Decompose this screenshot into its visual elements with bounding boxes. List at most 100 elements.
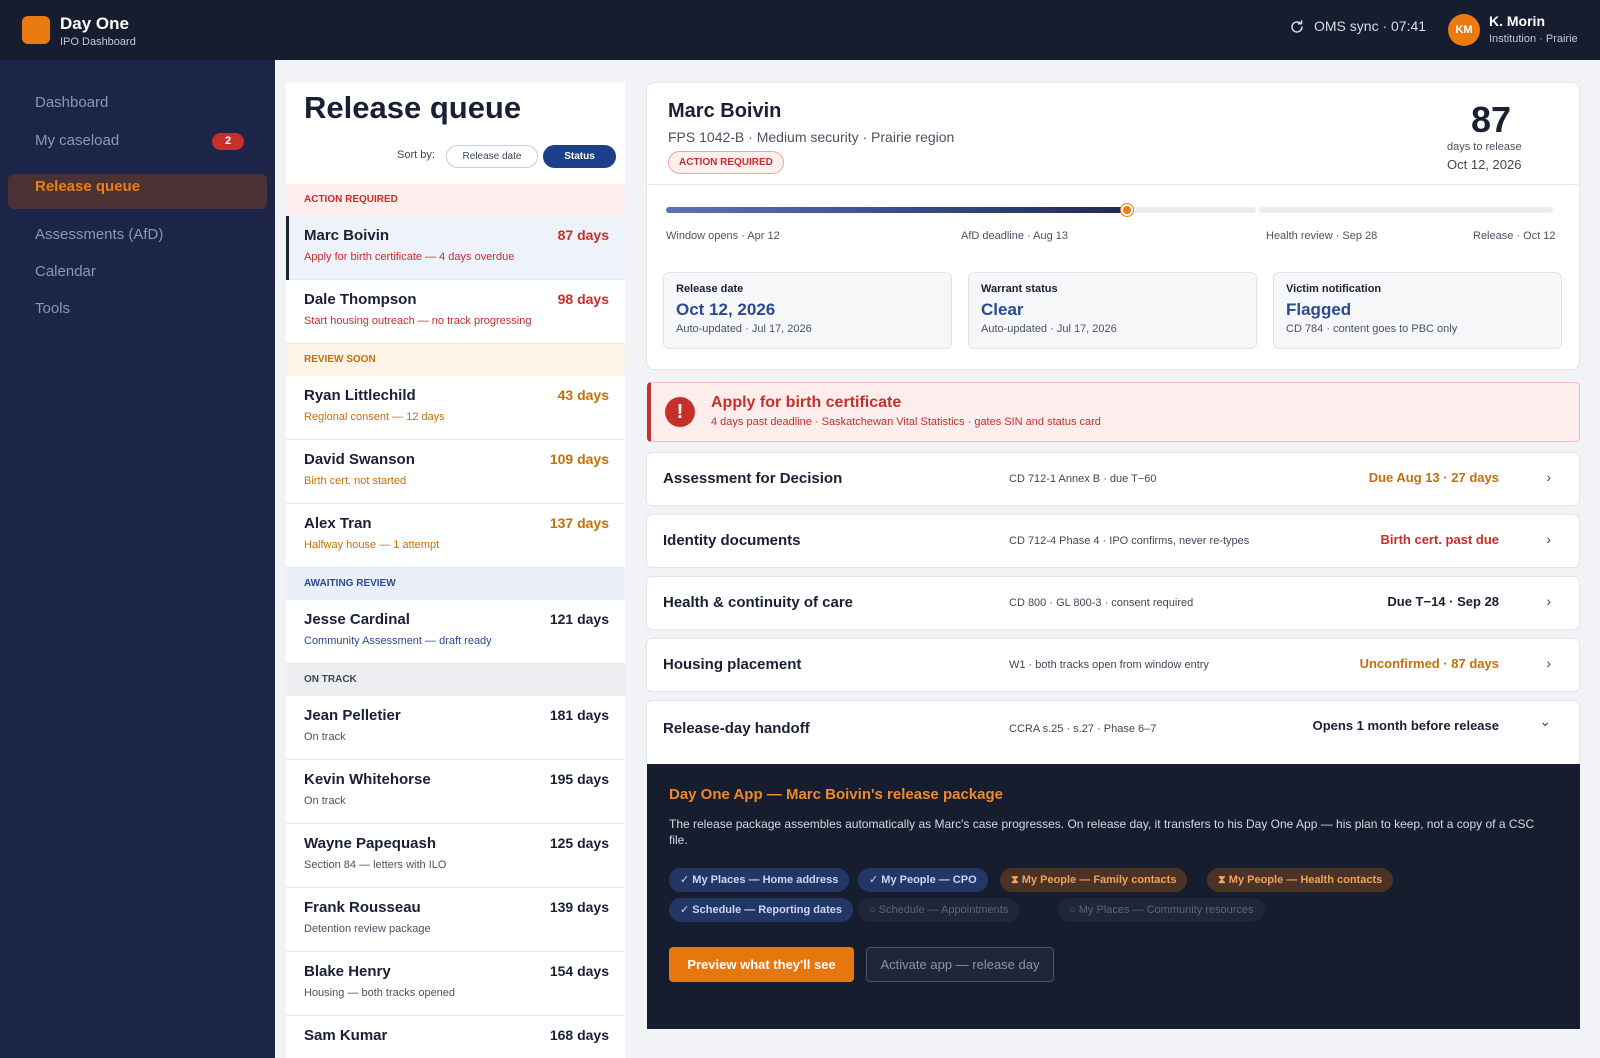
stat-label: Release date	[676, 283, 744, 295]
accordion-assessment-for-decision[interactable]: Assessment for Decision CD 712-1 Annex B…	[646, 452, 1580, 506]
row-days: 181 days	[549, 707, 609, 723]
chip-label: Schedule — Reporting dates	[692, 904, 843, 916]
row-name: David Swanson	[304, 451, 415, 468]
queue-row[interactable]: Blake Henry 154 days Housing — both trac…	[286, 952, 625, 1016]
package-chip[interactable]: ⧗ My People — Family contacts	[1000, 868, 1188, 892]
row-name: Sam Kumar	[304, 1027, 388, 1044]
package-chip[interactable]: ⧗ My People — Health contacts	[1207, 868, 1394, 892]
timeline-progress-fill	[666, 207, 1127, 213]
hourglass-icon: ⧗	[1218, 874, 1226, 886]
sidebar-item-my-caseload[interactable]: My caseload	[35, 132, 119, 149]
check-icon: ✓	[680, 874, 690, 886]
stat-sub: Auto-updated · Jul 17, 2026	[676, 323, 812, 335]
package-chip[interactable]: ✓ Schedule — Reporting dates	[669, 898, 854, 922]
row-days: 98 days	[557, 291, 609, 307]
stat-card-warrant-status: Warrant status Clear Auto-updated · Jul …	[968, 272, 1257, 349]
divider	[647, 184, 1579, 185]
sort-label: Sort by:	[397, 149, 435, 161]
package-chip[interactable]: ○ Schedule — Appointments	[858, 898, 1020, 922]
row-note: Housing — both tracks opened	[304, 987, 456, 999]
accordion-status: Opens 1 month before release	[1312, 718, 1499, 733]
row-days: 121 days	[549, 611, 609, 627]
stat-card-victim-notification: Victim notification Flagged CD 784 · con…	[1273, 272, 1562, 349]
sort-release-date-button[interactable]: Release date	[446, 145, 538, 168]
timeline-current-marker	[1121, 204, 1133, 216]
section-header-action-required: ACTION REQUIRED	[286, 184, 625, 216]
stat-value: Clear	[981, 300, 1024, 319]
sidebar-item-assessments[interactable]: Assessments (AfD)	[35, 226, 163, 243]
accordion-title: Health & continuity of care	[663, 594, 854, 611]
row-note: On track	[304, 795, 346, 807]
row-days: 139 days	[549, 899, 609, 915]
stat-sub: CD 784 · content goes to PBC only	[1286, 323, 1458, 335]
chip-label: My People — Family contacts	[1021, 874, 1177, 886]
row-name: Ryan Littlechild	[304, 387, 416, 404]
queue-row[interactable]: Sam Kumar 168 days	[286, 1016, 625, 1058]
check-icon: ✓	[680, 904, 690, 916]
accordion-housing-placement[interactable]: Housing placement W1 · both tracks open …	[646, 638, 1580, 692]
queue-row[interactable]: Alex Tran 137 days Halfway house — 1 att…	[286, 504, 625, 568]
sidebar-item-release-queue[interactable]: Release queue	[35, 178, 140, 195]
queue-row[interactable]: Dale Thompson 98 days Start housing outr…	[286, 280, 625, 344]
preview-button[interactable]: Preview what they'll see	[669, 947, 854, 982]
timeline-track-segment	[1259, 207, 1553, 213]
accordion-release-day-handoff[interactable]: Release-day handoff CCRA s.25 · s.27 · P…	[646, 700, 1580, 764]
queue-row[interactable]: David Swanson 109 days Birth cert. not s…	[286, 440, 625, 504]
days-to-release-label: days to release	[1447, 141, 1522, 153]
section-header-awaiting-review: AWAITING REVIEW	[286, 568, 625, 600]
panel-title: Day One App — Marc Boivin's release pack…	[669, 786, 1003, 803]
row-days: 125 days	[549, 835, 609, 851]
chip-label: My Places — Community resources	[1078, 904, 1254, 916]
release-date-label: Oct 12, 2026	[1447, 157, 1522, 172]
avatar[interactable]: KM	[1448, 14, 1480, 46]
row-days: 195 days	[549, 771, 609, 787]
queue-row[interactable]: Ryan Littlechild 43 days Regional consen…	[286, 376, 625, 440]
sync-status: OMS sync · 07:41	[1314, 18, 1427, 34]
activate-app-button[interactable]: Activate app — release day	[866, 947, 1054, 982]
package-chip[interactable]: ✓ My People — CPO	[858, 868, 988, 892]
offender-subtitle: FPS 1042-B · Medium security · Prairie r…	[668, 129, 955, 145]
row-note: Detention review package	[304, 923, 431, 935]
queue-row[interactable]: Kevin Whitehorse 195 days On track	[286, 760, 625, 824]
row-name: Blake Henry	[304, 963, 391, 980]
sidebar-item-tools[interactable]: Tools	[35, 300, 70, 317]
accordion-title: Release-day handoff	[663, 720, 810, 737]
accordion-reference: W1 · both tracks open from window entry	[1009, 659, 1209, 671]
sidebar-item-dashboard[interactable]: Dashboard	[35, 94, 108, 111]
accordion-status: Unconfirmed · 87 days	[1359, 656, 1499, 671]
accordion-health-continuity[interactable]: Health & continuity of care CD 800 · GL …	[646, 576, 1580, 630]
row-name: Alex Tran	[304, 515, 372, 532]
milestone-health-review: Health review · Sep 28	[1266, 230, 1378, 242]
accordion-reference: CD 712-4 Phase 4 · IPO confirms, never r…	[1009, 535, 1250, 547]
queue-row[interactable]: Frank Rousseau 139 days Detention review…	[286, 888, 625, 952]
queue-row[interactable]: Marc Boivin 87 days Apply for birth cert…	[286, 216, 625, 280]
stat-card-release-date: Release date Oct 12, 2026 Auto-updated ·…	[663, 272, 952, 349]
stat-label: Warrant status	[981, 283, 1058, 295]
row-note: Start housing outreach — no track progre…	[304, 315, 532, 327]
chip-label: My Places — Home address	[692, 874, 839, 886]
queue-row[interactable]: Jean Pelletier 181 days On track	[286, 696, 625, 760]
exclamation-icon: !	[665, 397, 695, 427]
queue-row[interactable]: Jesse Cardinal 121 days Community Assess…	[286, 600, 625, 664]
package-chip[interactable]: ○ My Places — Community resources	[1058, 898, 1265, 922]
offender-detail-card: Marc Boivin FPS 1042-B · Medium security…	[646, 82, 1580, 370]
stat-value: Flagged	[1286, 300, 1352, 319]
app-subtitle: IPO Dashboard	[60, 36, 136, 48]
chip-label: My People — CPO	[881, 874, 977, 886]
row-name: Kevin Whitehorse	[304, 771, 431, 788]
chevron-right-icon: ›	[1546, 469, 1551, 485]
action-alert[interactable]: ! Apply for birth certificate 4 days pas…	[647, 382, 1580, 442]
sync-icon[interactable]	[1289, 19, 1305, 35]
accordion-reference: CD 800 · GL 800-3 · consent required	[1009, 597, 1194, 609]
app-name: Day One	[60, 14, 129, 33]
sidebar-item-calendar[interactable]: Calendar	[35, 263, 96, 280]
row-name: Marc Boivin	[304, 227, 390, 244]
sort-status-button[interactable]: Status	[543, 145, 616, 168]
milestone-window-opens: Window opens · Apr 12	[666, 230, 780, 242]
accordion-identity-documents[interactable]: Identity documents CD 712-4 Phase 4 · IP…	[646, 514, 1580, 568]
package-chip[interactable]: ✓ My Places — Home address	[669, 868, 850, 892]
row-note: Birth cert. not started	[304, 475, 407, 487]
queue-row[interactable]: Wayne Papequash 125 days Section 84 — le…	[286, 824, 625, 888]
chevron-right-icon: ›	[1546, 655, 1551, 671]
release-queue-panel: Release queue Sort by: Release date Stat…	[286, 82, 625, 1058]
